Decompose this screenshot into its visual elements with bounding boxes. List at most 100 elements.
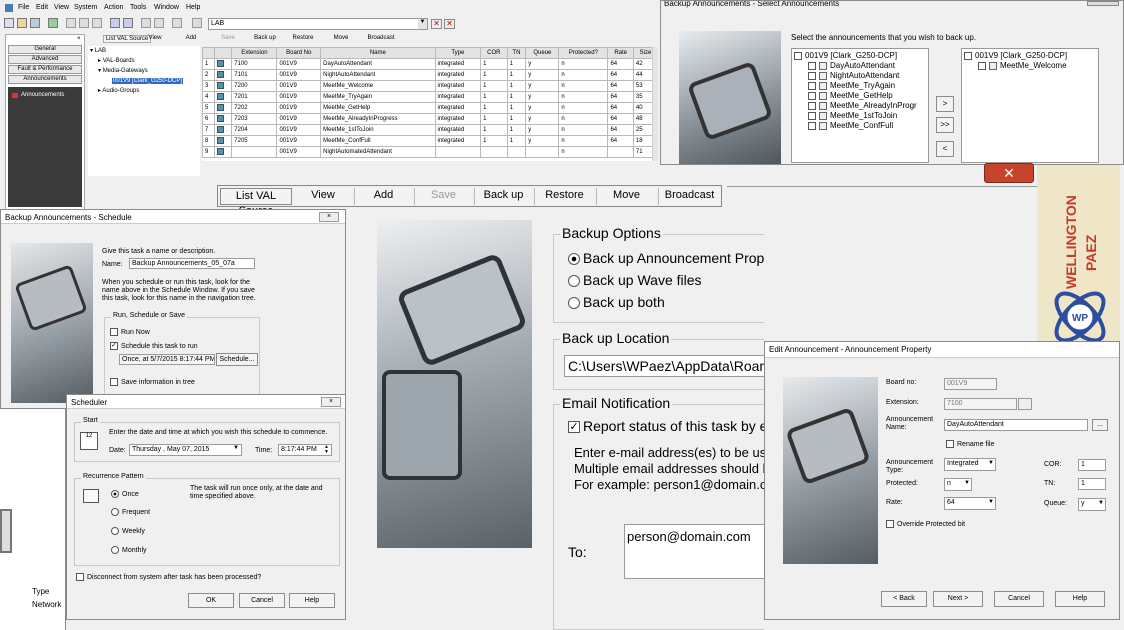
grid-column-header[interactable]: Board No — [276, 47, 322, 59]
time-picker[interactable]: 8:17:44 PM ▲ ▼ — [278, 444, 332, 456]
weekly-radio[interactable]: Weekly — [111, 527, 145, 535]
table-row[interactable]: 2 7101 001V9 NightAutoAttendant integrated 1 1… — [202, 69, 658, 81]
grid-column-header[interactable]: Queue — [525, 47, 560, 59]
menu-action[interactable]: Action — [104, 4, 123, 11]
chevron-down-icon[interactable]: ▼ — [988, 460, 994, 466]
edit-cancel-button[interactable]: Cancel — [994, 591, 1044, 607]
scheduler-help-button[interactable]: Help — [289, 593, 335, 608]
tab-fault-performance[interactable]: Fault & Performance — [8, 65, 82, 74]
announcement-tree-item[interactable]: MeetMe_ConfFull — [794, 121, 926, 131]
disconnect-checkbox[interactable]: Disconnect from system after task has be… — [76, 573, 261, 581]
save-button[interactable]: Save — [218, 35, 238, 41]
table-row[interactable]: 4 7201 001V9 MeetMe_TryAgain integrated 1 1 y n 6… — [202, 91, 658, 103]
big-view-button[interactable]: View — [294, 188, 352, 205]
find-icon[interactable] — [172, 18, 182, 28]
tree-node-gateway[interactable]: 001V9 [Clark_G250-DCP] — [88, 76, 200, 86]
save-tree-checkbox[interactable]: Save information in tree — [110, 378, 195, 386]
grid-icon[interactable] — [110, 18, 120, 28]
move-button[interactable]: Move — [330, 35, 352, 41]
monthly-radio[interactable]: Monthly — [111, 546, 147, 554]
backup-both-radio[interactable]: Back up both — [568, 294, 665, 310]
tab-announcements[interactable]: Announcements — [8, 75, 82, 84]
menu-edit[interactable]: Edit — [36, 4, 48, 11]
table-row[interactable]: 9 001V9 NightAutomatedAttendant n 71 — [202, 146, 658, 158]
broadcast-button[interactable]: Broadcast — [364, 35, 398, 41]
copy-icon[interactable] — [79, 18, 89, 28]
backup-location-input[interactable]: C:\Users\WPaez\AppData\Roaming — [564, 355, 764, 377]
chevron-down-icon[interactable]: ▼ — [964, 480, 970, 486]
checkbox-icon[interactable] — [808, 81, 816, 90]
announcement-tree-item[interactable]: MeetMe_AlreadyInProgr — [794, 101, 926, 111]
big-broadcast-button[interactable]: Broadcast — [658, 188, 720, 205]
grid-column-header[interactable]: TN — [506, 47, 527, 59]
table-row[interactable]: 1 7100 001V9 DayAutoAttendant integrated 1 1 y n… — [202, 58, 658, 70]
menu-file[interactable]: File — [18, 4, 29, 11]
once-radio[interactable]: Once — [111, 490, 139, 498]
table-row[interactable]: 5 7202 001V9 MeetMe_GetHelp integrated 1 1 y n 64… — [202, 102, 658, 114]
menu-tools[interactable]: Tools — [130, 4, 146, 11]
chevron-down-icon[interactable]: ▼ — [988, 499, 994, 505]
grid-scrollbar[interactable] — [652, 47, 658, 161]
checkbox-icon[interactable] — [808, 91, 816, 100]
view-button[interactable]: View — [143, 35, 167, 41]
print-icon[interactable] — [154, 18, 164, 28]
add-button[interactable]: Add — [181, 35, 201, 41]
tree-node-val-boards[interactable]: ▸ VAL-Boards — [88, 56, 200, 66]
queue-select[interactable]: y ▼ — [1078, 498, 1106, 511]
menu-window[interactable]: Window — [154, 4, 179, 11]
big-save-button[interactable]: Save — [414, 188, 472, 205]
rename-file-checkbox[interactable]: Rename file — [946, 440, 994, 448]
grid-column-header[interactable]: Type — [434, 47, 482, 59]
grid-column-header[interactable]: Extension — [231, 47, 278, 59]
tab-advanced[interactable]: Advanced — [8, 55, 82, 64]
tab-general[interactable]: General — [8, 45, 82, 54]
frequent-radio[interactable]: Frequent — [111, 508, 150, 516]
checkbox-icon[interactable] — [808, 71, 816, 80]
announcement-tree-item[interactable]: NightAutoAttendant — [794, 71, 926, 81]
chevron-down-icon[interactable]: ▼ — [233, 445, 241, 451]
cor-input[interactable]: 1 — [1078, 459, 1106, 471]
rate-select[interactable]: 64 ▼ — [944, 497, 996, 510]
chevron-down-icon[interactable]: ▼ — [1098, 500, 1104, 506]
schedule-close-button[interactable]: × — [319, 212, 339, 222]
report-status-checkbox[interactable]: ✓Report status of this task by e-mail — [568, 418, 764, 434]
table-row[interactable]: 7 7204 001V9 MeetMe_1stToJoin integrated 1 1 y n… — [202, 124, 658, 136]
grid-column-header[interactable]: Rate — [607, 47, 634, 59]
run-now-checkbox[interactable]: Run Now — [110, 328, 150, 336]
checkbox-icon[interactable] — [808, 101, 816, 110]
announcement-tree-item[interactable]: MeetMe_1stToJoin — [794, 111, 926, 121]
table-row[interactable]: 8 7205 001V9 MeetMe_ConfFull integrated 1 1 y n 6… — [202, 135, 658, 147]
checkbox-icon[interactable] — [978, 61, 986, 70]
scheduler-cancel-button[interactable]: Cancel — [239, 593, 285, 608]
table-row[interactable]: 6 7203 001V9 MeetMe_AlreadyInProgress integr… — [202, 113, 658, 125]
spinner-icon[interactable]: ▲ ▼ — [324, 445, 331, 455]
big-list-val-source-button[interactable]: List VAL Source — [220, 188, 292, 217]
announcement-tree-item[interactable]: MeetMe_GetHelp — [794, 91, 926, 101]
big-add-button[interactable]: Add — [354, 188, 412, 205]
tree-node-audio-groups[interactable]: ▸ Audio-Groups — [88, 86, 200, 96]
tn-input[interactable]: 1 — [1078, 478, 1106, 490]
backup-wave-radio[interactable]: Back up Wave files — [568, 272, 702, 288]
announcement-tree-item[interactable]: DayAutoAttendant — [794, 61, 926, 71]
grid-column-header[interactable] — [214, 47, 233, 59]
menu-view[interactable]: View — [54, 4, 69, 11]
back-up-button[interactable]: Back up — [252, 35, 278, 41]
nav-announcements-item[interactable]: Announcements — [12, 92, 64, 98]
properties-icon[interactable] — [141, 18, 151, 28]
override-protected-checkbox[interactable]: Override Protected bit — [886, 520, 965, 528]
scheduler-close-button[interactable]: × — [321, 397, 341, 407]
announcement-tree-item[interactable]: MeetMe_TryAgain — [794, 81, 926, 91]
checkbox-icon[interactable] — [808, 121, 816, 130]
grid-column-header[interactable]: Protected? — [558, 47, 609, 59]
schedule-task-checkbox[interactable]: ✓ Schedule this task to run — [110, 342, 198, 350]
address-combo[interactable]: LAB ▼ — [208, 18, 428, 30]
checkbox-icon[interactable] — [808, 111, 816, 120]
paste-icon[interactable] — [92, 18, 102, 28]
help-icon[interactable] — [192, 18, 202, 28]
available-root[interactable]: 001V9 [Clark_G250-DCP] — [794, 51, 926, 61]
announcement-type-select[interactable]: Integrated ▼ — [944, 458, 996, 471]
edit-help-button[interactable]: Help — [1055, 591, 1105, 607]
schedule-button[interactable]: Schedule... — [216, 353, 258, 366]
list-icon[interactable] — [123, 18, 133, 28]
big-move-button[interactable]: Move — [596, 188, 656, 205]
